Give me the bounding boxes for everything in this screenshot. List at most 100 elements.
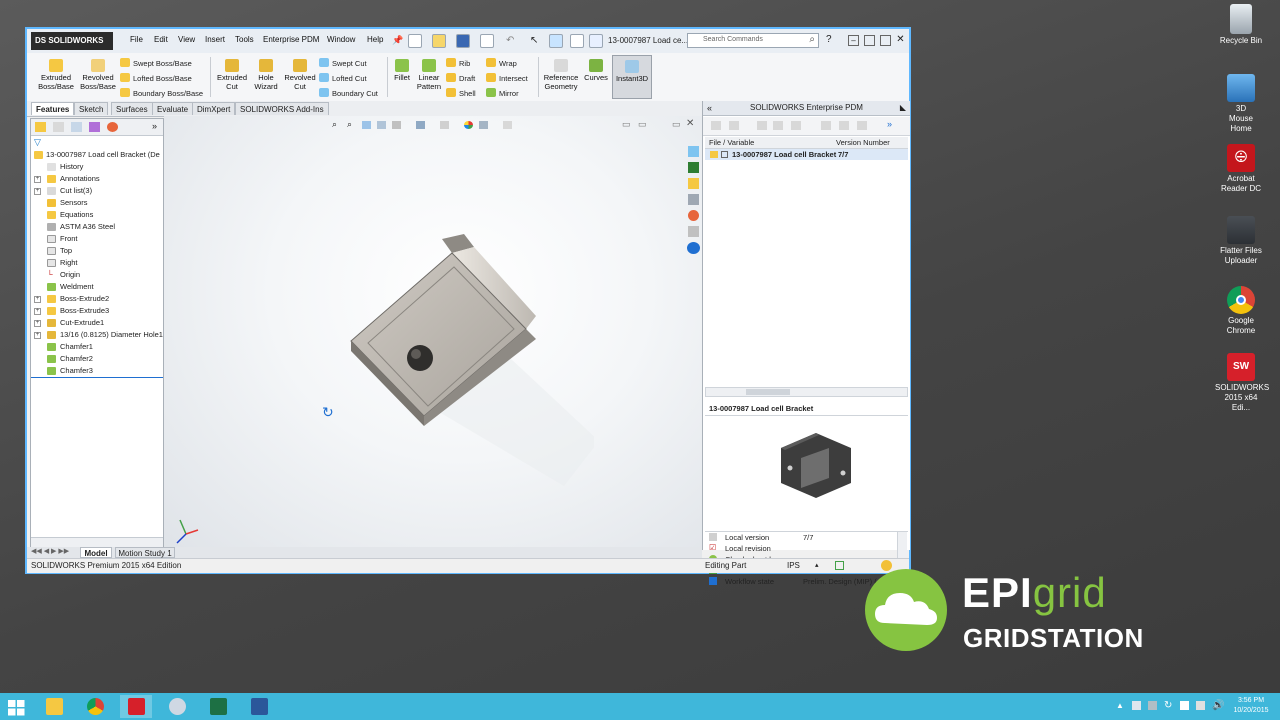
lofted-cut-button[interactable]: Lofted Cut [319,73,367,84]
view-settings-icon[interactable] [503,121,512,129]
undo-icon[interactable]: ↶ [506,35,514,46]
collapse-pane-icon[interactable]: « [707,101,712,115]
tree-item[interactable]: +13/16 (0.8125) Diameter Hole1 [31,329,163,341]
view-orientation-icon[interactable] [392,121,401,129]
draft-button[interactable]: Draft [446,73,475,84]
instant3d-button[interactable]: Instant3D [612,55,652,99]
feature-manager-icon[interactable] [35,122,46,132]
view-palette-icon[interactable] [688,194,699,205]
menu-edit[interactable]: Edit [154,35,168,44]
tree-item[interactable]: + Cut list(3) [31,185,163,197]
tree-item[interactable]: Chamfer1 [31,341,163,353]
property-manager-icon[interactable] [53,122,64,132]
linear-pattern-button[interactable]: Linear Pattern [414,59,444,91]
new-document-icon[interactable] [408,34,422,48]
print-icon[interactable] [480,34,494,48]
shell-button[interactable]: Shell [446,88,476,99]
get-version-icon[interactable] [729,121,739,130]
desktop-icon-3d-mouse-home[interactable]: 3D Mouse Home [1211,74,1271,134]
search-icon[interactable]: ⌕ [809,34,815,45]
scrollbar-thumb[interactable] [746,389,790,395]
chevron-right-icon[interactable]: » [152,121,157,131]
tree-item[interactable]: + Cut-Extrude1 [31,317,163,329]
taskbar-pdm-tool[interactable] [161,695,193,718]
minimize-button[interactable]: – [848,35,859,46]
expand-icon[interactable]: + [34,308,41,315]
properties-icon[interactable] [821,121,831,130]
status-units[interactable]: IPS [787,559,800,573]
filter-icon[interactable]: ▽ [34,137,41,148]
pdm-file-row[interactable]: 13-0007987 Load cell Bracket 7/7 [705,149,908,160]
check-out-icon[interactable] [773,121,783,130]
tree-item[interactable]: Sensors [31,197,163,209]
menu-tools[interactable]: Tools [235,35,254,44]
menu-window[interactable]: Window [327,35,355,44]
tab-scroll-icons[interactable]: ◀◀ ◀ ▶ ▶▶ [31,547,69,555]
desktop-icon-acrobat[interactable]: ⨸ Acrobat Reader DC [1211,144,1271,194]
tree-item[interactable]: ASTM A36 Steel [31,221,163,233]
tab-sketch[interactable]: Sketch [74,102,109,115]
taskbar-solidworks[interactable] [120,695,152,718]
tray-icon[interactable] [1148,701,1157,710]
mirror-button[interactable]: Mirror [486,88,519,99]
desktop-icon-google-chrome[interactable]: Google Chrome [1211,286,1271,336]
hole-wizard-button[interactable]: Hole Wizard [249,59,283,91]
taskbar-word[interactable] [243,695,275,718]
tree-item[interactable]: Equations [31,209,163,221]
menu-enterprise-pdm[interactable]: Enterprise PDM [263,35,319,44]
graphics-area[interactable]: ⌕ ⌕ ▭ ▭ ▭ ✕ ↻ [164,116,702,553]
revolved-cut-button[interactable]: Revolved Cut [282,59,318,91]
tray-overflow-icon[interactable]: ▲ [1116,701,1124,710]
tree-item[interactable]: └ Origin [31,269,163,281]
tree-item[interactable]: Right [31,257,163,269]
menu-file[interactable]: File [130,35,143,44]
file-explorer-icon[interactable] [688,178,699,189]
viewport-close-icon[interactable]: ✕ [686,118,694,129]
zoom-to-area-icon[interactable]: ⌕ [347,119,352,130]
search-commands-input[interactable]: Search Commands ⌕ [687,33,819,48]
revolved-boss-base-button[interactable]: Revolved Boss/Base [77,59,119,91]
hide-show-items-icon[interactable] [440,121,449,129]
start-button[interactable] [0,695,32,718]
menu-insert[interactable]: Insert [205,35,225,44]
extruded-cut-button[interactable]: Extruded Cut [213,59,251,91]
wrap-button[interactable]: Wrap [486,58,517,69]
column-header-file[interactable]: File / Variable [709,137,754,148]
change-state-icon[interactable] [839,121,849,130]
tree-root-part[interactable]: 13-0007987 Load cell Bracket (De [31,149,163,161]
select-arrow-icon[interactable]: ↖ [530,35,538,46]
curves-button[interactable]: Curves [582,59,610,82]
network-icon[interactable] [1196,701,1205,710]
taskbar-file-explorer[interactable] [38,695,70,718]
open-folder-icon[interactable] [432,34,446,48]
dimxpert-manager-icon[interactable] [89,122,100,132]
undo-check-out-icon[interactable] [791,121,801,130]
tree-item[interactable]: Top [31,245,163,257]
enterprise-pdm-icon[interactable] [687,242,700,254]
design-library-icon[interactable] [688,162,699,173]
tree-item[interactable]: History [31,161,163,173]
tab-evaluate[interactable]: Evaluate [152,102,194,115]
desktop-icon-recycle-bin[interactable]: Recycle Bin [1211,4,1271,46]
fillet-button[interactable]: Fillet [390,59,414,82]
boundary-boss-base-button[interactable]: Boundary Boss/Base [120,88,203,99]
options-icon[interactable] [589,34,603,48]
status-units-arrow-icon[interactable]: ▴ [815,559,819,573]
tab-surfaces[interactable]: Surfaces [111,102,153,115]
volume-icon[interactable]: 🔊 [1212,700,1224,711]
expand-icon[interactable]: + [34,296,41,303]
tree-item[interactable]: Weldment [31,281,163,293]
check-in-icon[interactable] [757,121,767,130]
section-view-icon[interactable] [377,121,386,129]
pdm-horizontal-scrollbar[interactable] [705,387,908,397]
lofted-boss-base-button[interactable]: Lofted Boss/Base [120,73,192,84]
apply-scene-icon[interactable] [479,121,488,129]
workflow-icon[interactable] [857,121,867,130]
tree-item[interactable]: Front [31,233,163,245]
close-button[interactable]: ✕ [895,35,906,46]
swept-boss-base-button[interactable]: Swept Boss/Base [120,58,192,69]
menu-view[interactable]: View [178,35,195,44]
appearances-icon[interactable] [688,210,699,221]
tab-solidworks-add-ins[interactable]: SOLIDWORKS Add-Ins [235,102,329,115]
viewport-minimize-icon[interactable]: ▭ [622,119,631,130]
